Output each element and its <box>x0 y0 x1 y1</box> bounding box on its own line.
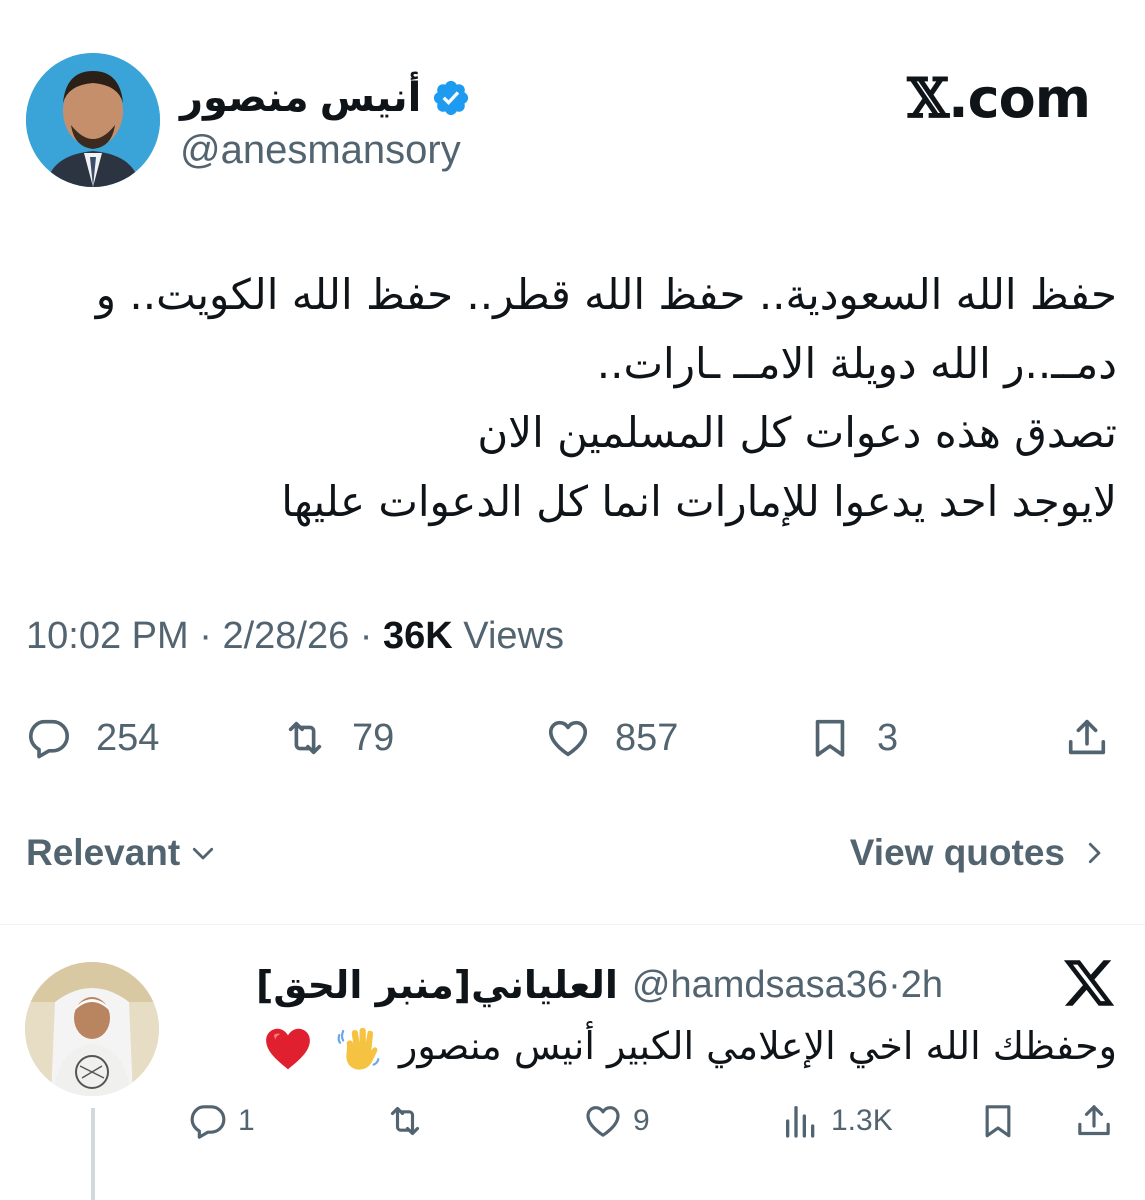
like-button[interactable]: 857 <box>545 708 678 768</box>
reply-text: وحفظك الله اخي الإعلامي الكبير أنيس منصو… <box>197 1016 1117 1076</box>
reply-views-count: 1.3K <box>831 1104 893 1137</box>
view-quotes-button[interactable]: View quotes <box>850 832 1109 874</box>
reply-text-content: وحفظك الله اخي الإعلامي الكبير أنيس منصو… <box>399 1024 1117 1068</box>
author-handle[interactable]: @anesmansory <box>180 128 461 173</box>
reply-display-name[interactable]: العلياني[منبر الحق] <box>256 963 618 1007</box>
bar-chart-icon <box>786 1106 815 1138</box>
reply-reply-button[interactable]: 1 <box>188 1096 255 1146</box>
retweet-button[interactable]: 79 <box>282 708 394 768</box>
bookmark-icon <box>985 1105 1011 1138</box>
waving-hand-emoji-icon <box>337 1027 380 1070</box>
reply-views-button[interactable]: 1.3K <box>781 1096 893 1146</box>
retweet-icon <box>390 1106 420 1136</box>
reply-header: العلياني[منبر الحق] @hamdsasa36·2h <box>256 960 943 1010</box>
views-label[interactable]: Views <box>463 615 564 657</box>
like-count: 857 <box>615 716 679 759</box>
brand-domain: .com <box>948 67 1091 130</box>
reply-button[interactable]: 254 <box>26 708 159 768</box>
reply-like-count: 9 <box>633 1104 650 1137</box>
reply-like-button[interactable]: 9 <box>583 1096 650 1146</box>
bookmark-count: 3 <box>877 716 899 759</box>
heart-icon <box>548 720 588 757</box>
divider <box>0 924 1145 925</box>
views-count[interactable]: 36K <box>383 615 453 657</box>
reply-handle[interactable]: @hamdsasa36·2h <box>632 964 943 1007</box>
view-quotes-label: View quotes <box>849 832 1065 873</box>
tweet-text: حفظ الله السعودية.. حفظ الله قطر.. حفظ ا… <box>95 270 1117 526</box>
reply-share-button[interactable] <box>1074 1096 1114 1146</box>
speech-bubble-icon <box>190 1105 226 1139</box>
reply-bookmark-button[interactable] <box>978 1096 1018 1146</box>
bookmark-button[interactable]: 3 <box>807 708 898 768</box>
x-com-brand: 𝕏.com <box>907 66 1091 130</box>
chevron-right-icon <box>1088 842 1101 864</box>
sort-relevant-button[interactable]: Relevant <box>26 832 218 874</box>
tweet-time[interactable]: 10:02 PM <box>26 615 189 657</box>
display-name[interactable]: أنيس منصور <box>180 75 421 121</box>
author-name-row[interactable]: أنيس منصور <box>180 70 471 126</box>
chevron-down-icon <box>193 847 214 860</box>
reply-avatar[interactable] <box>25 962 159 1096</box>
share-button[interactable] <box>1064 708 1110 768</box>
bookmark-icon <box>815 719 845 757</box>
thread-line <box>91 1108 95 1200</box>
red-heart-emoji-icon <box>265 1028 310 1069</box>
author-avatar[interactable] <box>26 53 160 187</box>
x-logo-icon: 𝕏 <box>907 66 949 130</box>
x-logo-icon[interactable] <box>1061 955 1117 1011</box>
speech-bubble-icon <box>28 719 70 759</box>
verified-badge-icon <box>431 78 471 118</box>
meta-separator: · <box>359 615 373 657</box>
tweet-meta: 10:02 PM · 2/28/26 · 36K Views <box>26 615 564 658</box>
reply-retweet-button[interactable] <box>385 1096 425 1146</box>
reply-count: 254 <box>96 716 160 759</box>
tweet-date[interactable]: 2/28/26 <box>222 615 349 657</box>
reply-reply-count: 1 <box>238 1104 255 1137</box>
retweet-icon <box>288 721 322 755</box>
heart-icon <box>586 1106 620 1137</box>
share-icon <box>1068 719 1106 755</box>
share-icon <box>1078 1105 1110 1136</box>
retweet-count: 79 <box>352 716 395 759</box>
meta-separator: · <box>199 615 212 657</box>
sort-label: Relevant <box>26 832 181 873</box>
